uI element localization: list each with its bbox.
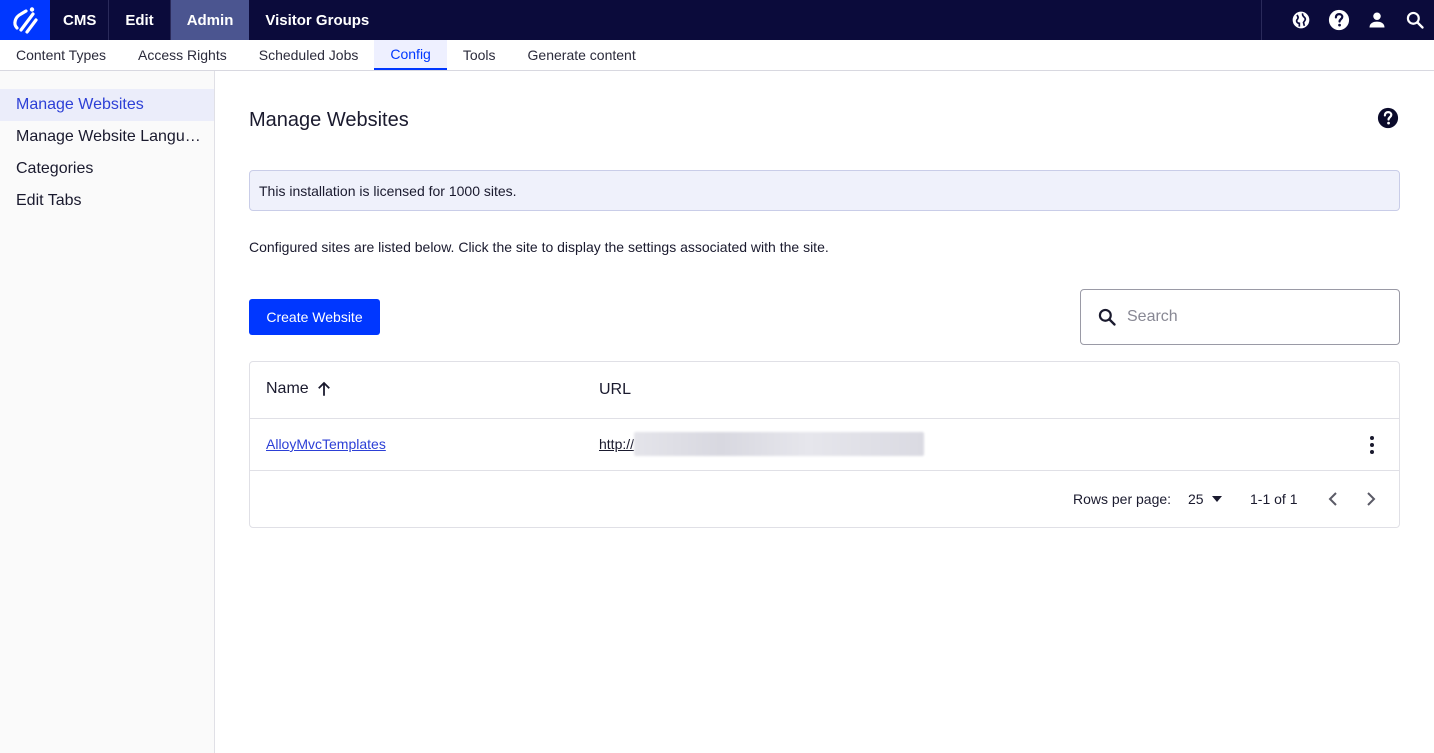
tab-tools[interactable]: Tools <box>447 40 512 70</box>
site-url-link[interactable]: http:// <box>599 432 925 456</box>
sidebar-item-categories[interactable]: Categories <box>0 153 214 185</box>
sidebar-item-label: Manage Website Languages <box>16 128 202 145</box>
rows-per-page-label: Rows per page: <box>1073 491 1172 507</box>
table-header: Name URL <box>250 362 1399 419</box>
help-icon[interactable] <box>1320 0 1358 40</box>
search-input[interactable] <box>1127 308 1377 326</box>
nav-cms[interactable]: CMS <box>50 0 110 40</box>
rows-per-page-select[interactable]: 25 <box>1188 491 1222 507</box>
chevron-left-icon <box>1328 492 1337 506</box>
site-url-redacted <box>634 432 925 456</box>
tab-scheduled-jobs[interactable]: Scheduled Jobs <box>243 40 375 70</box>
site-url-protocol: http:// <box>599 436 635 452</box>
sidebar-item-label: Manage Websites <box>16 96 144 113</box>
next-page-button[interactable] <box>1360 487 1382 511</box>
globe-icon[interactable] <box>1282 0 1320 40</box>
tab-access-rights[interactable]: Access Rights <box>122 40 243 70</box>
sidebar-item-label: Edit Tabs <box>16 192 82 209</box>
page-title: Manage Websites <box>249 109 409 131</box>
search-icon[interactable] <box>1396 0 1434 40</box>
search-field[interactable] <box>1080 289 1400 345</box>
column-header-label: Name <box>266 380 309 397</box>
search-icon <box>1098 308 1116 326</box>
top-bar: CMS Edit Admin Visitor Groups <box>0 0 1434 40</box>
page-description: Configured sites are listed below. Click… <box>249 239 829 255</box>
sidebar-item-label: Categories <box>16 160 94 177</box>
previous-page-button[interactable] <box>1322 487 1344 511</box>
column-header-name[interactable]: Name <box>266 380 333 398</box>
create-website-button[interactable]: Create Website <box>249 299 380 335</box>
tab-config[interactable]: Config <box>374 40 447 70</box>
nav-visitor-groups[interactable]: Visitor Groups <box>249 0 385 40</box>
user-icon[interactable] <box>1358 0 1396 40</box>
sort-ascending-icon <box>317 381 330 396</box>
websites-table: Name URL AlloyMvcTemplates http:// Rows … <box>249 361 1400 528</box>
top-nav: CMS Edit Admin Visitor Groups <box>50 0 385 40</box>
config-sidebar: Manage Websites Manage Website Languages… <box>0 71 215 753</box>
admin-sub-nav: Content Types Access Rights Scheduled Jo… <box>0 40 1434 71</box>
nav-edit[interactable]: Edit <box>109 0 171 40</box>
table-row: AlloyMvcTemplates http:// <box>250 419 1399 471</box>
sidebar-item-manage-websites[interactable]: Manage Websites <box>0 89 214 121</box>
chevron-right-icon <box>1367 492 1376 506</box>
tab-content-types[interactable]: Content Types <box>0 40 122 70</box>
sidebar-item-edit-tabs[interactable]: Edit Tabs <box>0 185 214 217</box>
license-notice: This installation is licensed for 1000 s… <box>249 170 1400 211</box>
help-icon[interactable] <box>1377 107 1399 129</box>
tab-generate-content[interactable]: Generate content <box>512 40 652 70</box>
caret-down-icon <box>1211 496 1222 502</box>
sidebar-item-manage-website-languages[interactable]: Manage Website Languages <box>0 121 214 153</box>
nav-admin[interactable]: Admin <box>170 0 250 40</box>
optimizely-logo-icon[interactable] <box>0 0 50 40</box>
top-icons <box>1261 0 1434 40</box>
site-name-link[interactable]: AlloyMvcTemplates <box>266 436 386 452</box>
column-header-url: URL <box>599 381 632 398</box>
table-pagination: Rows per page: 25 1-1 of 1 <box>250 471 1399 527</box>
rows-per-page-value: 25 <box>1188 491 1204 507</box>
row-actions-kebab-icon[interactable] <box>1362 433 1382 457</box>
pagination-range: 1-1 of 1 <box>1250 491 1298 507</box>
